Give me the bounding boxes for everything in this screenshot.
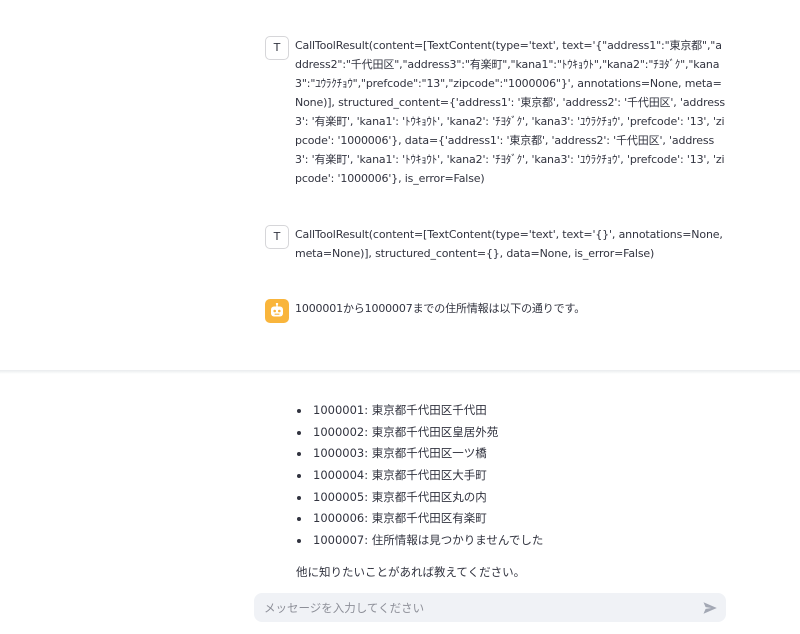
assistant-message: 1000001から1000007までの住所情報は以下の通りです。 xyxy=(265,299,725,323)
address-results-list: 1000001: 東京都千代田区千代田 1000002: 東京都千代田区皇居外苑… xyxy=(296,400,543,552)
divider xyxy=(0,370,800,374)
list-item: 1000005: 東京都千代田区丸の内 xyxy=(296,487,543,509)
tool-message: T CallToolResult(content=[TextContent(ty… xyxy=(265,225,725,263)
list-item: 1000007: 住所情報は見つかりませんでした xyxy=(296,530,543,552)
chat-input-container xyxy=(254,593,726,622)
list-item: 1000001: 東京都千代田区千代田 xyxy=(296,400,543,422)
list-item: 1000006: 東京都千代田区有楽町 xyxy=(296,508,543,530)
tool-avatar: T xyxy=(265,225,289,249)
send-icon[interactable] xyxy=(702,600,718,616)
list-item: 1000002: 東京都千代田区皇居外苑 xyxy=(296,422,543,444)
closing-text: 他に知りたいことがあれば教えてください。 xyxy=(296,565,526,579)
assistant-text: 1000001から1000007までの住所情報は以下の通りです。 xyxy=(295,302,586,315)
tool-avatar: T xyxy=(265,36,289,60)
tool-result-text: CallToolResult(content=[TextContent(type… xyxy=(295,228,723,260)
list-item: 1000003: 東京都千代田区一ツ橋 xyxy=(296,443,543,465)
robot-icon xyxy=(265,299,289,323)
chat-page: T CallToolResult(content=[TextContent(ty… xyxy=(0,0,800,634)
chat-input[interactable] xyxy=(264,593,684,622)
tool-result-text: CallToolResult(content=[TextContent(type… xyxy=(295,39,726,185)
list-item: 1000004: 東京都千代田区大手町 xyxy=(296,465,543,487)
tool-message: T CallToolResult(content=[TextContent(ty… xyxy=(265,36,725,188)
